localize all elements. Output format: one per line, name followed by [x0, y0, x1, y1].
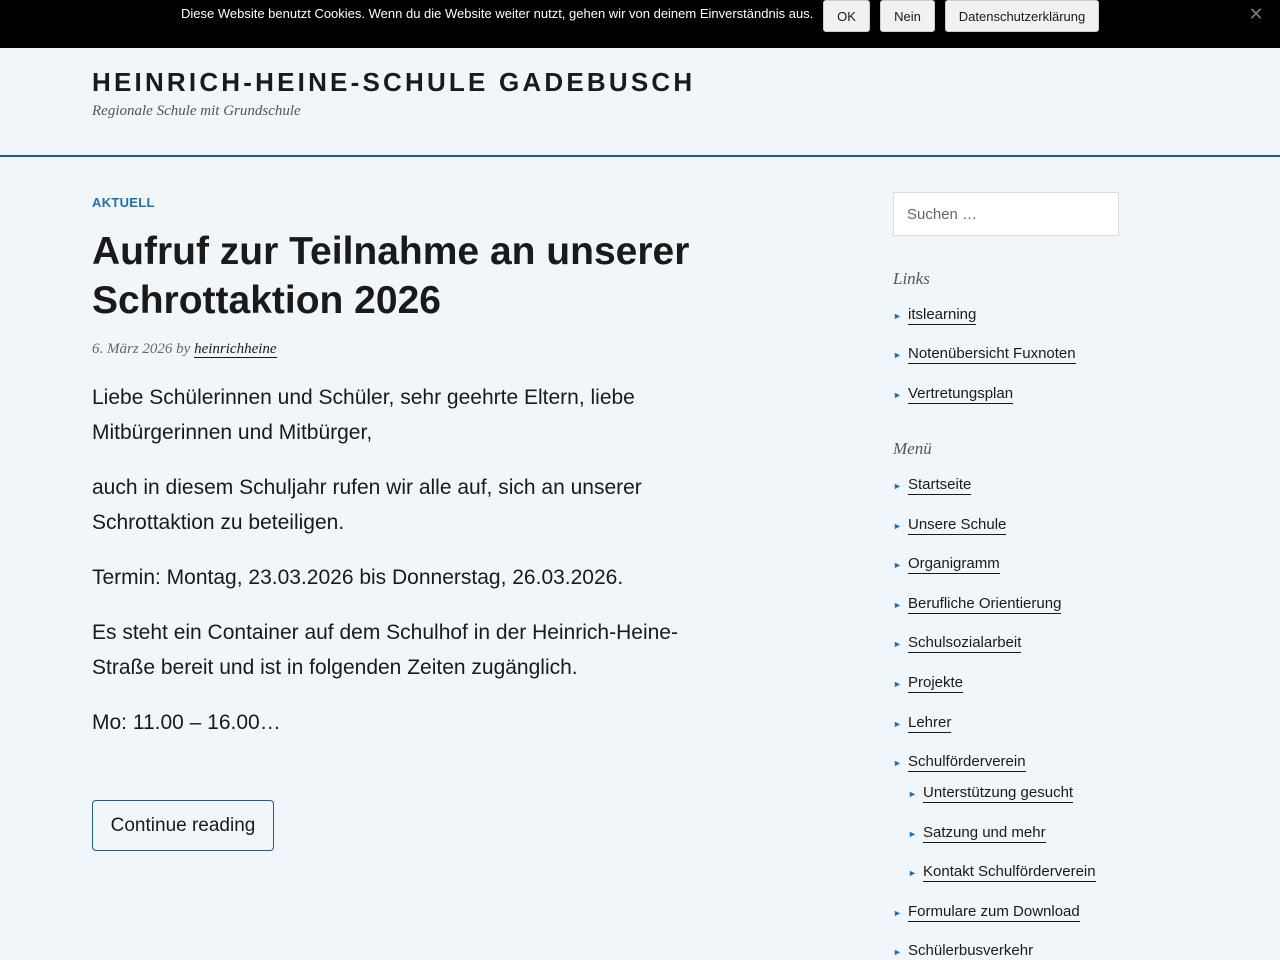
- triangle-right-icon: ►: [893, 946, 902, 957]
- triangle-right-icon: ►: [893, 349, 902, 360]
- triangle-right-icon: ►: [908, 867, 917, 878]
- category-link[interactable]: AKTUELL: [92, 195, 155, 210]
- sidebar-item-formulare[interactable]: ► Formulare zum Download: [893, 903, 1080, 922]
- post-author-link[interactable]: heinrichheine: [194, 341, 277, 358]
- sidebar-item-label[interactable]: Satzung und mehr: [923, 824, 1046, 843]
- post-paragraph: auch in diesem Schuljahr rufen wir alle …: [92, 476, 642, 534]
- sidebar-link-label[interactable]: Vertretungsplan: [908, 385, 1014, 404]
- sidebar-link-label[interactable]: Notenübersicht Fuxnoten: [908, 345, 1076, 364]
- post-by-label: by: [176, 341, 191, 357]
- sidebar-item-lehrer[interactable]: ► Lehrer: [893, 714, 952, 733]
- sidebar-item-label[interactable]: Formulare zum Download: [908, 903, 1080, 922]
- search-input[interactable]: [893, 192, 1119, 236]
- sidebar-item-label[interactable]: Schulsozialarbeit: [908, 634, 1022, 653]
- triangle-right-icon: ►: [908, 788, 917, 799]
- sidebar-item-label[interactable]: Projekte: [908, 674, 964, 693]
- post-paragraph: Termin: Montag, 23.03.2026 bis Donnersta…: [92, 566, 624, 589]
- triangle-right-icon: ►: [893, 907, 902, 918]
- triangle-right-icon: ►: [893, 520, 902, 531]
- sidebar-link-vertretungsplan[interactable]: ► Vertretungsplan: [893, 385, 1014, 404]
- cookie-ok-button[interactable]: OK: [823, 0, 870, 32]
- sidebar-item-label[interactable]: Unsere Schule: [908, 516, 1007, 535]
- sidebar-item-schuelerbusverkehr[interactable]: ► Schülerbusverkehr: [893, 942, 1033, 960]
- sidebar-item-berufliche-orientierung[interactable]: ► Berufliche Orientierung: [893, 595, 1062, 614]
- triangle-right-icon: ►: [893, 559, 902, 570]
- site-tagline: Regionale Schule mit Grundschule: [92, 103, 301, 119]
- cookie-banner: Diese Website benutzt Cookies. Wenn du d…: [0, 0, 1280, 48]
- sidebar-link-itslearning[interactable]: ► itslearning: [893, 306, 977, 325]
- post-paragraph: Mo: 11.00 – 16.00…: [92, 711, 281, 734]
- sidebar-item-label[interactable]: Startseite: [908, 476, 972, 495]
- site-header: HEINRICH-HEINE-SCHULE GADEBUSCH Regional…: [0, 48, 1280, 157]
- sidebar-item-label[interactable]: Lehrer: [908, 714, 952, 733]
- sidebar-link-fuxnoten[interactable]: ► Notenübersicht Fuxnoten: [893, 345, 1076, 364]
- sidebar-subitem-satzung[interactable]: ► Satzung und mehr: [908, 824, 1046, 843]
- links-widget-title: Links: [893, 269, 930, 288]
- sidebar-item-schulsozialarbeit[interactable]: ► Schulsozialarbeit: [893, 634, 1022, 653]
- menu-widget-title: Menü: [893, 439, 932, 458]
- triangle-right-icon: ►: [893, 389, 902, 400]
- triangle-right-icon: ►: [893, 599, 902, 610]
- post-meta: 6. März 2026 by heinrichheine: [92, 341, 277, 358]
- sidebar-subitem-kontakt[interactable]: ► Kontakt Schulförderverein: [908, 863, 1096, 882]
- triangle-right-icon: ►: [893, 757, 902, 768]
- post-title[interactable]: Aufruf zur Teilnahme an unserer Schrotta…: [92, 227, 732, 325]
- triangle-right-icon: ►: [893, 480, 902, 491]
- triangle-right-icon: ►: [908, 828, 917, 839]
- sidebar-item-projekte[interactable]: ► Projekte: [893, 674, 964, 693]
- post-date: 6. März 2026: [92, 341, 173, 357]
- sidebar-item-startseite[interactable]: ► Startseite: [893, 476, 972, 495]
- cookie-notice-text: Diese Website benutzt Cookies. Wenn du d…: [181, 6, 814, 21]
- sidebar-link-label[interactable]: itslearning: [908, 306, 977, 325]
- triangle-right-icon: ►: [893, 678, 902, 689]
- continue-reading-button[interactable]: Continue reading: [92, 800, 274, 851]
- sidebar-item-label[interactable]: Organigramm: [908, 555, 1000, 574]
- post-excerpt: Liebe Schülerinnen und Schüler, sehr gee…: [92, 380, 712, 760]
- cookie-privacy-button[interactable]: Datenschutzerklärung: [945, 0, 1099, 32]
- cookie-decline-button[interactable]: Nein: [880, 0, 935, 32]
- sidebar-item-schulfoerderverein[interactable]: ► Schulförderverein: [893, 753, 1026, 772]
- sidebar-item-organigramm[interactable]: ► Organigramm: [893, 555, 1000, 574]
- triangle-right-icon: ►: [893, 638, 902, 649]
- post-paragraph: Es steht ein Container auf dem Schulhof …: [92, 621, 678, 679]
- post-paragraph: Liebe Schülerinnen und Schüler, sehr gee…: [92, 386, 635, 444]
- sidebar-item-label[interactable]: Schülerbusverkehr: [908, 942, 1033, 960]
- close-icon[interactable]: ✕: [1246, 4, 1266, 24]
- triangle-right-icon: ►: [893, 310, 902, 321]
- sidebar-item-label[interactable]: Berufliche Orientierung: [908, 595, 1062, 614]
- sidebar-item-label[interactable]: Unterstützung gesucht: [923, 784, 1074, 803]
- triangle-right-icon: ►: [893, 718, 902, 729]
- site-title[interactable]: HEINRICH-HEINE-SCHULE GADEBUSCH: [92, 67, 695, 98]
- sidebar-subitem-unterstuetzung[interactable]: ► Unterstützung gesucht: [908, 784, 1074, 803]
- sidebar-item-label[interactable]: Schulförderverein: [908, 753, 1026, 772]
- sidebar-item-unsere-schule[interactable]: ► Unsere Schule: [893, 516, 1007, 535]
- sidebar-item-label[interactable]: Kontakt Schulförderverein: [923, 863, 1096, 882]
